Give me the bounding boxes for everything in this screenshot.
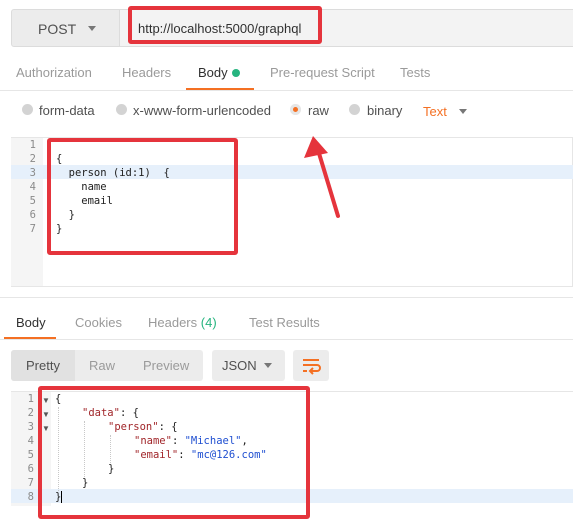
headers-count-badge: (4) xyxy=(200,315,217,330)
line-number: 8 xyxy=(27,491,34,503)
method-label: POST xyxy=(38,21,77,37)
divider xyxy=(0,339,573,340)
chevron-down-icon xyxy=(88,26,96,31)
line-number: 1 xyxy=(27,393,34,405)
annotation-box-response-body xyxy=(38,386,310,519)
tab-pre-request-script[interactable]: Pre-request Script xyxy=(270,65,375,80)
line-number: 3 xyxy=(29,167,36,179)
line-number: 7 xyxy=(29,223,36,235)
tab-tests[interactable]: Tests xyxy=(400,65,430,80)
tab-body[interactable]: Body xyxy=(198,65,228,80)
radio-label-raw: raw xyxy=(308,103,329,118)
radio-raw[interactable] xyxy=(290,104,301,115)
view-raw-button[interactable]: Raw xyxy=(89,358,115,373)
line-number: 5 xyxy=(29,195,36,207)
line-number: 2 xyxy=(29,153,36,165)
divider xyxy=(0,90,573,91)
response-tab-cookies[interactable]: Cookies xyxy=(75,315,122,330)
wrap-lines-button[interactable] xyxy=(293,350,329,381)
radio-binary[interactable] xyxy=(349,104,360,115)
content-type-select[interactable]: Text xyxy=(423,104,447,119)
line-number: 7 xyxy=(27,477,34,489)
view-pretty-label: Pretty xyxy=(26,358,60,373)
wrap-lines-icon xyxy=(303,359,321,375)
response-tab-body[interactable]: Body xyxy=(16,315,46,330)
radio-label-binary: binary xyxy=(367,103,403,118)
tab-headers[interactable]: Headers xyxy=(122,65,171,80)
view-preview-button[interactable]: Preview xyxy=(143,358,189,373)
annotation-box-request-body xyxy=(47,138,238,255)
line-number: 6 xyxy=(27,463,34,475)
radio-form-data[interactable] xyxy=(22,104,33,115)
annotation-box-url xyxy=(128,6,322,44)
format-label: JSON xyxy=(222,358,257,373)
line-number: 4 xyxy=(29,181,36,193)
line-number: 1 xyxy=(29,139,36,151)
tab-authorization[interactable]: Authorization xyxy=(16,65,92,80)
response-tab-test-results[interactable]: Test Results xyxy=(249,315,320,330)
divider xyxy=(0,297,573,298)
body-indicator-dot xyxy=(232,69,240,77)
line-number: 6 xyxy=(29,209,36,221)
radio-label-x-www-form-urlencoded: x-www-form-urlencoded xyxy=(133,103,271,118)
line-number: 5 xyxy=(27,449,34,461)
arrow-icon xyxy=(304,136,340,218)
line-number: 4 xyxy=(27,435,34,447)
response-tab-headers-label: Headers xyxy=(148,315,198,330)
line-number: 2 xyxy=(27,407,34,419)
chevron-down-icon[interactable] xyxy=(459,109,467,114)
line-number: 3 xyxy=(27,421,34,433)
radio-x-www-form-urlencoded[interactable] xyxy=(116,104,127,115)
response-tab-headers[interactable]: Headers (4) xyxy=(148,315,217,330)
method-select[interactable]: POST xyxy=(11,9,120,47)
radio-label-form-data: form-data xyxy=(39,103,95,118)
chevron-down-icon xyxy=(264,363,272,368)
